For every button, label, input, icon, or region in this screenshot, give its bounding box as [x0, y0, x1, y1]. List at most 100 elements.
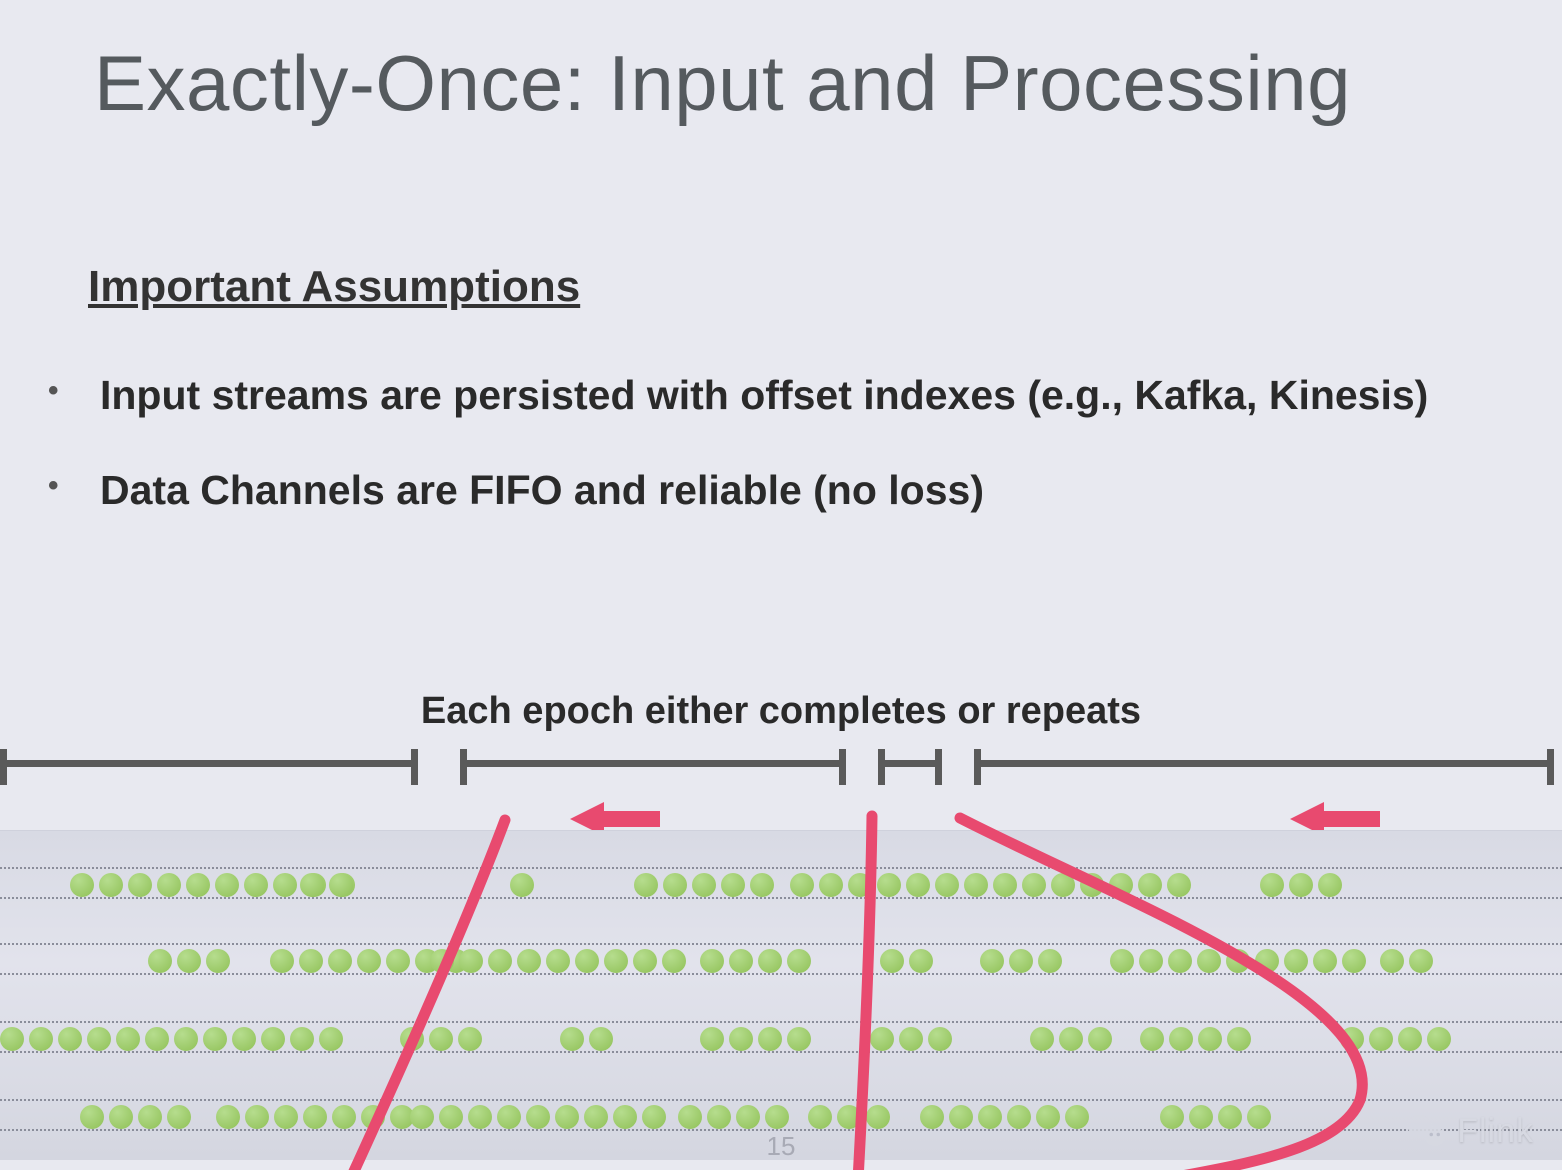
event-dot [1198, 1027, 1222, 1051]
event-dot [1398, 1027, 1422, 1051]
event-dot [526, 1105, 550, 1129]
stream-lane [0, 1021, 1562, 1053]
event-dot [928, 1027, 952, 1051]
event-dot [837, 1105, 861, 1129]
event-dot [216, 1105, 240, 1129]
event-dot [1289, 873, 1313, 897]
event-dot [808, 1105, 832, 1129]
event-dot [819, 873, 843, 897]
event-dot [232, 1027, 256, 1051]
event-dot [906, 873, 930, 897]
event-dot [1284, 949, 1308, 973]
event-dot [1088, 1027, 1112, 1051]
event-dot [663, 873, 687, 897]
event-dot [174, 1027, 198, 1051]
streams-area [0, 830, 1562, 1160]
event-dot [870, 1027, 894, 1051]
event-dot [765, 1105, 789, 1129]
event-dot [721, 873, 745, 897]
event-dot [429, 1027, 453, 1051]
event-dot [1380, 949, 1404, 973]
watermark: Flink [1405, 1110, 1534, 1152]
event-dot [1340, 1027, 1364, 1051]
event-dot [700, 949, 724, 973]
event-dot [138, 1105, 162, 1129]
event-dot [1038, 949, 1062, 973]
event-dot [361, 1105, 385, 1129]
event-dot [604, 949, 628, 973]
event-dot [274, 1105, 298, 1129]
event-dot [99, 873, 123, 897]
event-dot [1226, 949, 1250, 973]
event-dot [328, 949, 352, 973]
slide-subtitle: Important Assumptions [88, 262, 580, 312]
event-dot [935, 873, 959, 897]
event-dot [1138, 873, 1162, 897]
stream-lane [0, 1099, 1562, 1131]
event-dot [497, 1105, 521, 1129]
event-dot [87, 1027, 111, 1051]
event-dot [866, 1105, 890, 1129]
slide-title: Exactly-Once: Input and Processing [94, 38, 1351, 129]
event-dot [1218, 1105, 1242, 1129]
event-dot [270, 949, 294, 973]
event-dot [245, 1105, 269, 1129]
event-dot [736, 1105, 760, 1129]
epoch-diagram [0, 760, 1562, 1170]
event-dot [980, 949, 1004, 973]
event-dot [1318, 873, 1342, 897]
event-dot [909, 949, 933, 973]
event-dot [692, 873, 716, 897]
event-dot [1189, 1105, 1213, 1129]
bullet-item: Input streams are persisted with offset … [30, 370, 1522, 421]
event-dot [707, 1105, 731, 1129]
event-dot [978, 1105, 1002, 1129]
event-dot [299, 949, 323, 973]
event-dot [758, 949, 782, 973]
event-dot [920, 1105, 944, 1129]
event-dot [206, 949, 230, 973]
event-dot [1007, 1105, 1031, 1129]
event-dot [1051, 873, 1075, 897]
event-dot [1369, 1027, 1393, 1051]
event-dot [787, 1027, 811, 1051]
event-dot [1247, 1105, 1271, 1129]
event-dot [458, 1027, 482, 1051]
event-dot [1255, 949, 1279, 973]
event-dot [790, 873, 814, 897]
event-dot [1168, 949, 1192, 973]
event-dot [439, 1105, 463, 1129]
slide: Exactly-Once: Input and Processing Impor… [0, 0, 1562, 1170]
event-dot [1197, 949, 1221, 973]
event-dot [1227, 1027, 1251, 1051]
event-dot [1009, 949, 1033, 973]
event-dot [949, 1105, 973, 1129]
event-dot [1030, 1027, 1054, 1051]
event-dot [145, 1027, 169, 1051]
event-dot [1160, 1105, 1184, 1129]
event-dot [589, 1027, 613, 1051]
event-dot [148, 949, 172, 973]
event-dot [634, 873, 658, 897]
event-dot [964, 873, 988, 897]
event-dot [787, 949, 811, 973]
bullet-item: Data Channels are FIFO and reliable (no … [30, 465, 1522, 516]
event-dot [109, 1105, 133, 1129]
stream-lane [0, 867, 1562, 899]
event-dot [1342, 949, 1366, 973]
epoch-bracket [0, 760, 418, 790]
event-dot [386, 949, 410, 973]
event-dot [848, 873, 872, 897]
page-number: 15 [0, 1131, 1562, 1162]
event-dot [1167, 873, 1191, 897]
event-dot [290, 1027, 314, 1051]
event-dot [157, 873, 181, 897]
event-dot [303, 1105, 327, 1129]
event-dot [58, 1027, 82, 1051]
event-dot [261, 1027, 285, 1051]
event-dot [1036, 1105, 1060, 1129]
event-dot [70, 873, 94, 897]
event-dot [750, 873, 774, 897]
event-dot [29, 1027, 53, 1051]
event-dot [468, 1105, 492, 1129]
